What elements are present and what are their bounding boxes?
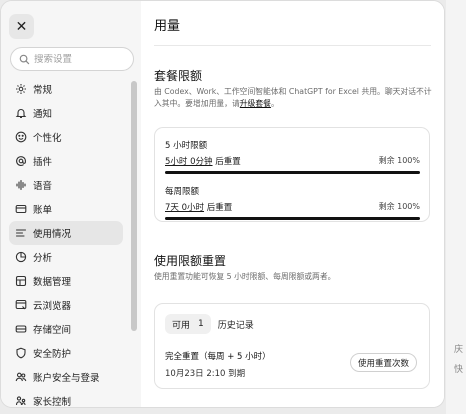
at-icon: [15, 155, 27, 167]
limit-progress-bar: [165, 217, 420, 220]
sidebar-item-usage[interactable]: 使用情况: [9, 221, 123, 245]
sidebar-item-label: 常规: [33, 85, 53, 96]
parental-icon: [15, 395, 27, 407]
limit-reset-value: 7天 0小时: [165, 203, 205, 213]
plan-limits-card: 5 小时限额 5小时 0分钟 后重置 剩余 100% 每周限额 7天 0小时 后…: [154, 127, 430, 222]
sidebar-item-label: 存储空间: [33, 325, 72, 336]
close-icon: ✕: [15, 18, 28, 35]
background-text-fragment: 庆: [454, 345, 464, 355]
page-title: 用量: [154, 19, 181, 34]
tab-label: 历史记录: [217, 320, 254, 331]
plan-limits-title: 套餐限额: [154, 69, 203, 83]
sidebar-scrollbar[interactable]: [131, 81, 137, 331]
upgrade-plan-link[interactable]: 升级套餐: [240, 99, 271, 108]
storage-icon: [15, 323, 27, 335]
sidebar-item-label: 账单: [33, 205, 53, 216]
limit-progress-bar: [165, 171, 420, 174]
gear-icon: [15, 83, 27, 95]
bell-icon: [15, 107, 27, 119]
limit-remaining: 剩余 100%: [378, 156, 420, 165]
people-icon: [15, 371, 27, 383]
usage-icon: [15, 227, 27, 239]
card-icon: [15, 203, 27, 215]
usage-panel: 用量 套餐限额 由 Codex、Work、工作空间智能体和 ChatGPT fo…: [141, 1, 444, 407]
reset-item-title: 完全重置（每周 + 5 小时）: [165, 352, 271, 362]
shield-icon: [15, 347, 27, 359]
sidebar-item-label: 云浏览器: [33, 301, 72, 312]
waveform-icon: [15, 179, 27, 191]
background-window: 庆 快: [446, 0, 466, 414]
sidebar-item-voice[interactable]: 语音: [9, 173, 123, 197]
sidebar-item-analytics[interactable]: 分析: [9, 245, 123, 269]
usage-reset-card: 可用 1 历史记录 完全重置（每周 + 5 小时） 10月23日 2:10 到期…: [154, 303, 430, 389]
sidebar-item-storage[interactable]: 存储空间: [9, 317, 123, 341]
sidebar-item-label: 家长控制: [33, 397, 72, 408]
search-input[interactable]: [34, 53, 124, 65]
sidebar-item-label: 语音: [33, 181, 53, 192]
limit-reset-suffix: 后重置: [204, 203, 233, 213]
five-hour-limit: 5 小时限额 5小时 0分钟 后重置 剩余 100%: [165, 139, 420, 174]
limit-reset-time: 7天 0小时 后重置: [165, 201, 232, 213]
chart-icon: [15, 251, 27, 263]
limit-remaining: 剩余 100%: [378, 202, 420, 211]
usage-reset-description: 使用重置功能可恢复 5 小时限额、每周限额或两者。: [154, 272, 336, 281]
use-reset-button[interactable]: 使用重置次数: [349, 353, 417, 372]
limit-reset-time: 5小时 0分钟 后重置: [165, 155, 241, 167]
sidebar-item-notifications[interactable]: 通知: [9, 101, 123, 125]
tab-available[interactable]: 可用 1: [165, 314, 211, 334]
limit-reset-value: 5小时 0分钟: [165, 157, 213, 167]
plan-limits-description-text: 由 Codex、Work、工作空间智能体和 ChatGPT for Excel …: [154, 87, 432, 108]
sidebar-item-general[interactable]: 常规: [9, 77, 123, 101]
search-field[interactable]: [10, 47, 134, 71]
weekly-limit: 每周限额 7天 0小时 后重置 剩余 100%: [165, 185, 420, 220]
smile-icon: [15, 131, 27, 143]
sidebar-item-label: 分析: [33, 253, 53, 264]
sidebar-item-label: 通知: [33, 109, 53, 120]
usage-reset-title: 使用限额重置: [154, 254, 227, 268]
search-icon: [19, 54, 30, 64]
plan-limits-description-end: 。: [270, 99, 279, 108]
settings-nav: 常规 通知 个性化 插件 语音 账单 使用情况 分析 数据管理 云浏览器 存储空…: [9, 77, 123, 408]
reset-item: 完全重置（每周 + 5 小时） 10月23日 2:10 到期: [165, 350, 271, 379]
close-button[interactable]: ✕: [9, 14, 34, 39]
reset-tabs: 可用 1 历史记录: [165, 314, 261, 334]
background-text-fragment: 快: [454, 365, 464, 375]
database-icon: [15, 275, 27, 287]
settings-sidebar: ✕ 常规 通知 个性化 插件 语: [1, 1, 141, 408]
limit-name: 每周限额: [165, 187, 200, 197]
limit-progress-fill: [165, 171, 420, 174]
tab-count: 1: [198, 319, 204, 329]
sidebar-item-label: 账户安全与登录: [33, 373, 100, 384]
plan-limits-description: 由 Codex、Work、工作空间智能体和 ChatGPT for Excel …: [154, 86, 434, 110]
limit-reset-suffix: 后重置: [212, 157, 241, 167]
sidebar-item-label: 数据管理: [33, 277, 72, 288]
sidebar-item-parental-controls[interactable]: 家长控制: [9, 389, 123, 408]
tab-history[interactable]: 历史记录: [211, 314, 261, 334]
sidebar-item-label: 插件: [33, 157, 53, 168]
sidebar-item-plugins[interactable]: 插件: [9, 149, 123, 173]
sidebar-item-label: 个性化: [33, 133, 62, 144]
reset-item-expiry: 10月23日 2:10 到期: [165, 369, 246, 379]
sidebar-item-billing[interactable]: 账单: [9, 197, 123, 221]
sidebar-item-personalization[interactable]: 个性化: [9, 125, 123, 149]
settings-dialog: ✕ 常规 通知 个性化 插件 语: [0, 0, 445, 408]
browser-icon: [15, 299, 27, 311]
sidebar-item-label: 安全防护: [33, 349, 72, 360]
limit-progress-fill: [165, 217, 420, 220]
sidebar-item-label: 使用情况: [33, 229, 72, 240]
sidebar-item-cloud-browser[interactable]: 云浏览器: [9, 293, 123, 317]
sidebar-item-account-security[interactable]: 账户安全与登录: [9, 365, 123, 389]
sidebar-item-data-controls[interactable]: 数据管理: [9, 269, 123, 293]
sidebar-item-security[interactable]: 安全防护: [9, 341, 123, 365]
divider: [154, 45, 431, 46]
tab-label: 可用: [172, 320, 191, 331]
limit-name: 5 小时限额: [165, 141, 208, 151]
